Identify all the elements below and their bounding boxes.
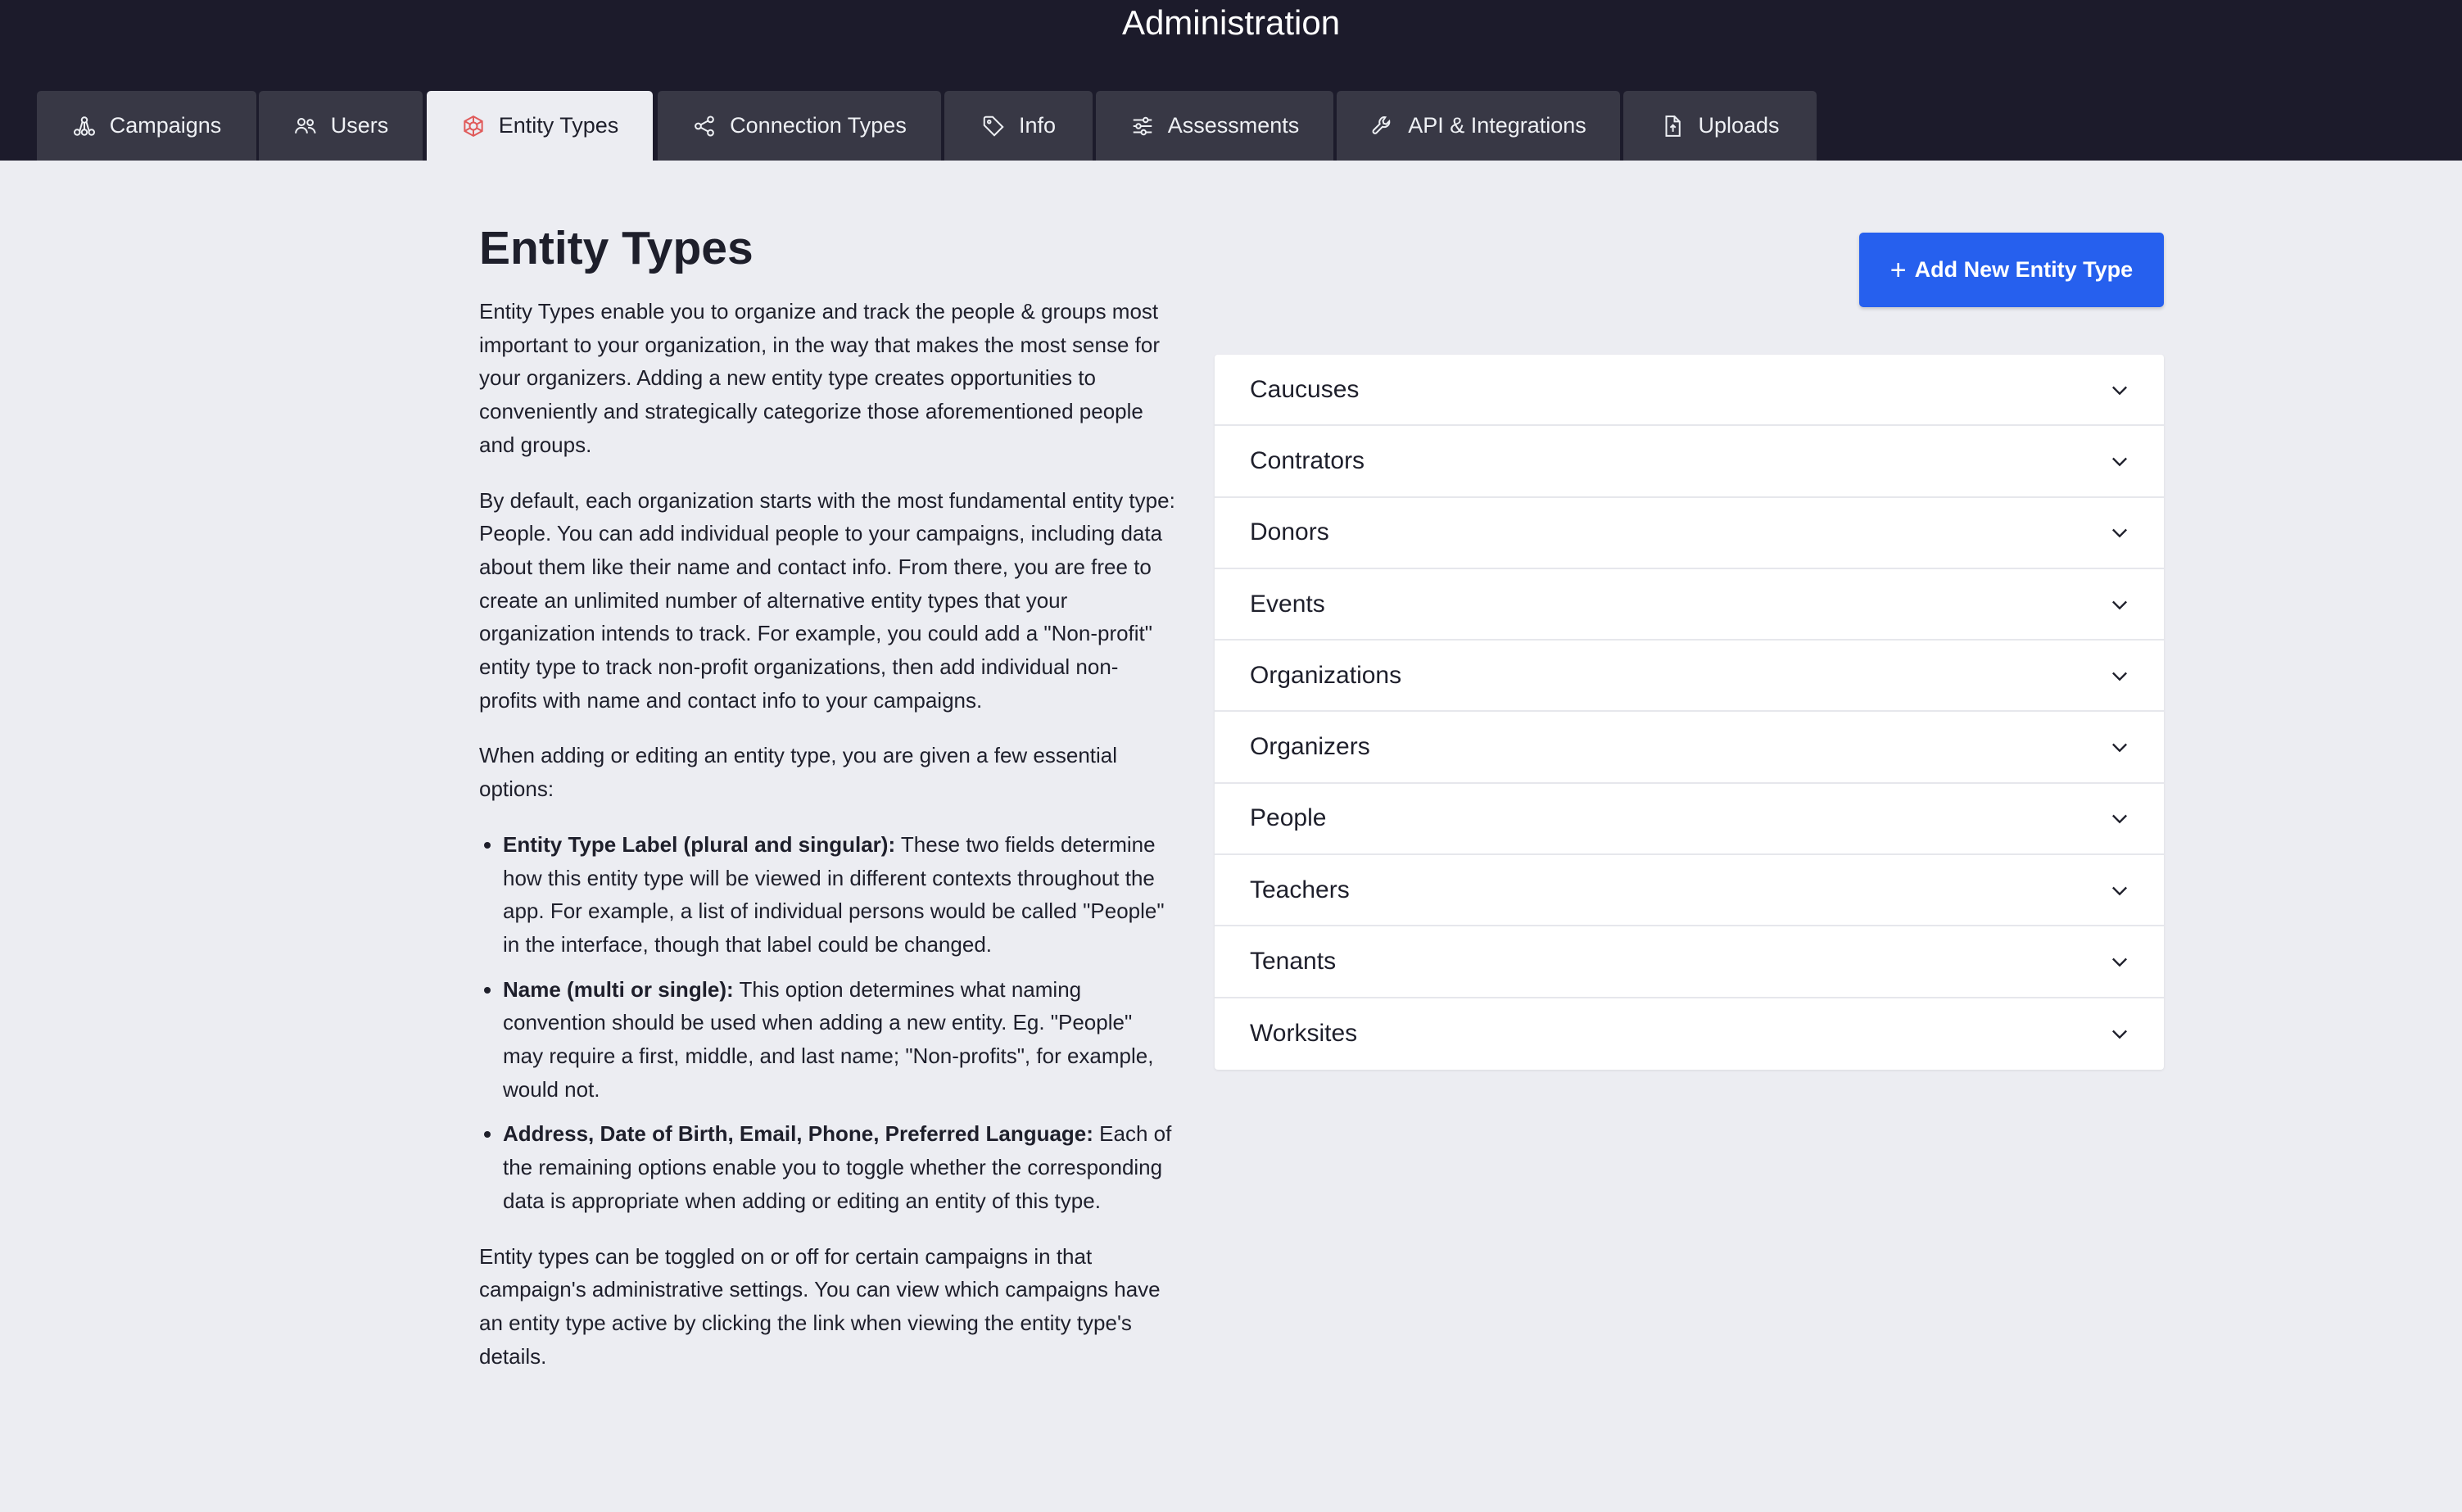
intro-paragraph: Entity Types enable you to organize and … <box>479 299 1160 457</box>
option-term: Entity Type Label (plural and singular): <box>503 831 896 857</box>
option-term: Name (multi or single): <box>503 976 734 1002</box>
hierarchy-icon <box>73 115 95 136</box>
chevron-down-icon <box>2112 457 2127 467</box>
chevron-down-icon <box>2112 672 2127 681</box>
list-item[interactable]: Organizations <box>1215 641 2164 713</box>
tab-campaigns[interactable]: Campaigns <box>37 91 256 161</box>
entity-type-name: People <box>1250 804 1327 832</box>
entity-type-name: Caucuses <box>1250 375 1360 403</box>
plus-icon: + <box>1889 254 1907 286</box>
tab-api-integrations[interactable]: API & Integrations <box>1337 91 1620 161</box>
entity-types-list: Caucuses Contrators Donors Events Organi… <box>1215 355 2164 1070</box>
default-paragraph: By default, each organization starts wit… <box>479 487 1175 713</box>
tab-label: Campaigns <box>109 113 222 138</box>
list-item: Name (multi or single): This option dete… <box>503 973 1175 1107</box>
chevron-down-icon <box>2112 1030 2127 1039</box>
list-item[interactable]: Teachers <box>1215 855 2164 927</box>
sliders-icon <box>1133 116 1152 135</box>
list-item[interactable]: Tenants <box>1215 926 2164 998</box>
description: Entity Types enable you to organize and … <box>479 295 1175 1395</box>
list-item: Entity Type Label (plural and singular):… <box>503 828 1175 962</box>
options-list: Entity Type Label (plural and singular):… <box>479 828 1175 1218</box>
tab-info[interactable]: Info <box>944 91 1093 161</box>
chevron-down-icon <box>2112 815 2127 824</box>
closing-paragraph: Entity types can be toggled on or off fo… <box>479 1243 1161 1369</box>
entity-types-icon <box>464 115 483 137</box>
entity-type-name: Organizers <box>1250 733 1370 761</box>
add-button-label: Add New Entity Type <box>1914 257 2134 282</box>
entity-type-name: Donors <box>1250 518 1329 546</box>
tab-assessments[interactable]: Assessments <box>1096 91 1333 161</box>
list-item[interactable]: People <box>1215 784 2164 856</box>
entity-type-name: Teachers <box>1250 876 1350 903</box>
top-header: Administration Campaigns Users Entity Ty… <box>0 0 2462 161</box>
list-item[interactable]: Worksites <box>1215 998 2164 1070</box>
chevron-down-icon <box>2112 957 2127 967</box>
option-term: Address, Date of Birth, Email, Phone, Pr… <box>503 1121 1093 1147</box>
tag-icon <box>983 115 1004 137</box>
tab-users[interactable]: Users <box>259 91 423 161</box>
list-item[interactable]: Donors <box>1215 498 2164 569</box>
options-paragraph: When adding or editing an entity type, y… <box>479 743 1118 802</box>
entity-type-name: Contrators <box>1250 446 1365 474</box>
add-entity-type-button[interactable]: + Add New Entity Type <box>1859 233 2164 307</box>
tab-label: API & Integrations <box>1408 113 1586 138</box>
tab-label: Connection Types <box>730 113 907 138</box>
list-item[interactable]: Events <box>1215 569 2164 641</box>
chevron-down-icon <box>2112 528 2127 538</box>
chevron-down-icon <box>2112 600 2127 609</box>
list-item[interactable]: Contrators <box>1215 426 2164 498</box>
wrench-icon <box>1372 115 1391 134</box>
admin-title: Administration <box>1121 3 1341 42</box>
tab-label: Info <box>1018 113 1057 138</box>
entity-type-name: Organizations <box>1250 661 1402 689</box>
users-icon <box>294 117 316 134</box>
tab-label: Users <box>330 113 389 138</box>
tab-entity-types[interactable]: Entity Types <box>427 91 653 161</box>
tab-label: Entity Types <box>498 113 619 138</box>
entity-type-name: Tenants <box>1250 948 1337 976</box>
page-title: Entity Types <box>479 222 754 274</box>
chevron-down-icon <box>2112 886 2127 896</box>
list-item[interactable]: Organizers <box>1215 712 2164 784</box>
file-upload-icon <box>1665 115 1681 137</box>
tab-label: Uploads <box>1698 113 1780 138</box>
entity-type-name: Worksites <box>1250 1020 1358 1048</box>
entity-type-name: Events <box>1250 590 1325 618</box>
tab-label: Assessments <box>1167 113 1300 138</box>
list-item: Address, Date of Birth, Email, Phone, Pr… <box>503 1117 1175 1217</box>
chevron-down-icon <box>2112 743 2127 753</box>
chevron-down-icon <box>2112 386 2127 395</box>
share-nodes-icon <box>695 115 715 137</box>
tab-uploads[interactable]: Uploads <box>1623 91 1817 161</box>
tab-connection-types[interactable]: Connection Types <box>658 91 941 161</box>
list-item[interactable]: Caucuses <box>1215 355 2164 427</box>
